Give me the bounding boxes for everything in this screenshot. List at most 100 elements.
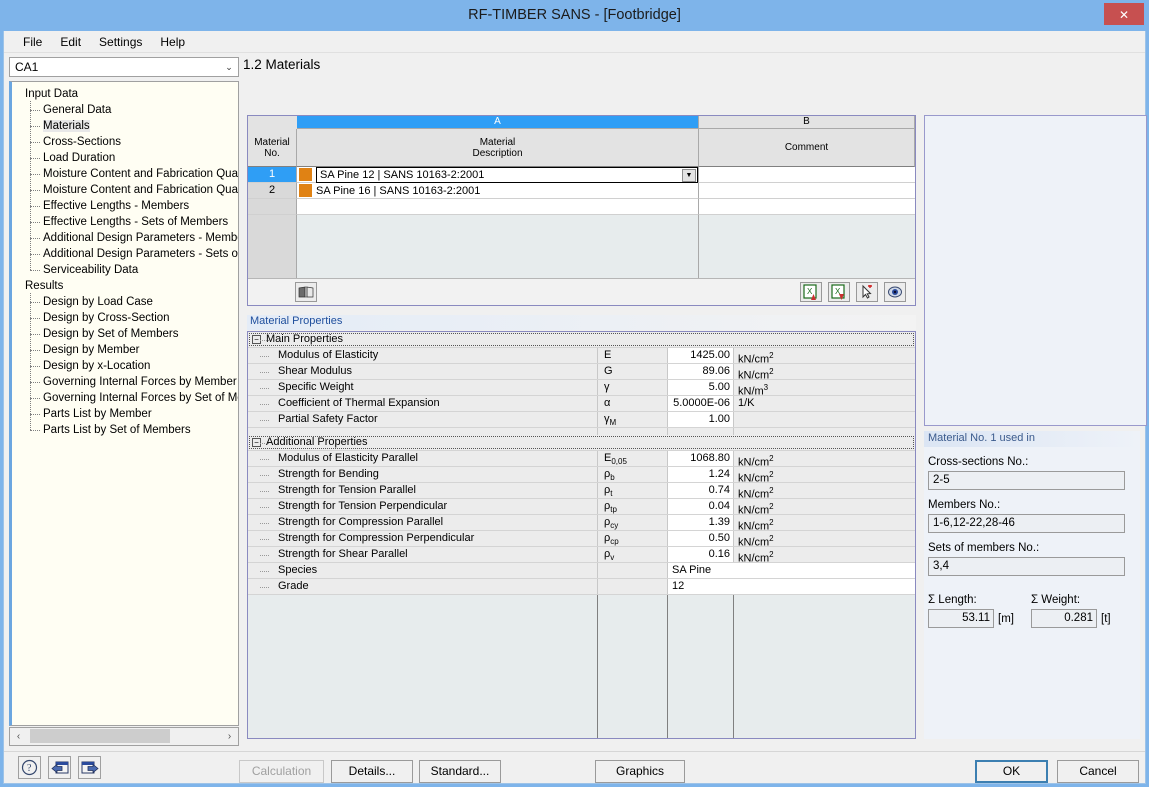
standard-button[interactable]: Standard... [419,760,501,783]
property-row[interactable]: Strength for Tension Parallel ρt 0.74 kN/cm… [248,483,915,501]
row-number[interactable]: 1 [248,167,297,183]
property-row[interactable]: Modulus of Elasticity Parallel E0,05 1068.… [248,451,915,469]
property-row[interactable]: Modulus of Elasticity E 1425.00 kN/cm2 [248,348,915,366]
chevron-down-icon: ⌄ [225,61,233,72]
property-row[interactable]: Strength for Shear Parallel ρv 0.16 kN/cm2 [248,547,915,565]
sidebar-item-design-by-cross-section[interactable]: Design by Cross-Section [12,309,238,326]
sidebar-item-moisture-content-and-fabrication-quality[interactable]: Moisture Content and Fabrication Quality [12,165,238,182]
design-case-combo[interactable]: CA1 ⌄ [9,57,239,77]
row-number[interactable]: 2 [248,183,297,199]
menu-file[interactable]: File [14,32,51,52]
property-value[interactable]: 0.16 [668,547,734,562]
property-row[interactable]: Strength for Tension Perpendicular ρtp 0.0… [248,499,915,517]
sidebar-item-serviceability-data[interactable]: Serviceability Data [12,261,238,278]
material-description-cell[interactable]: SA Pine 12 | SANS 10163-2:2001 ▼ [297,167,699,183]
sidebar-item-cross-sections[interactable]: Cross-Sections [12,133,238,150]
sidebar-item-parts-list-by-member[interactable]: Parts List by Member [12,405,238,422]
import-material-icon[interactable]: X [800,282,822,302]
property-group-header[interactable]: − Additional Properties [248,435,915,451]
next-window-icon[interactable] [78,756,101,779]
property-value[interactable]: 12 [668,579,915,594]
material-comment-cell[interactable] [699,183,915,199]
tree-group-input-data[interactable]: Input Data [12,86,238,102]
calculation-button[interactable]: Calculation [239,760,324,783]
sidebar-item-effective-lengths-members[interactable]: Effective Lengths - Members [12,197,238,214]
cell-empty[interactable] [297,199,699,215]
property-row[interactable]: Species SA Pine [248,563,915,579]
menu-edit[interactable]: Edit [51,32,90,52]
sidebar-item-effective-lengths-sets-of-members[interactable]: Effective Lengths - Sets of Members [12,213,238,230]
tree-group-label: Results [25,280,64,292]
property-value[interactable]: 1425.00 [668,348,734,363]
material-comment-cell[interactable] [699,167,915,183]
collapse-icon[interactable]: − [252,335,261,344]
sidebar-item-design-by-set-of-members[interactable]: Design by Set of Members [12,325,238,342]
navigation-tree[interactable]: Input Data General Data Materials Cross-Sec… [9,81,239,726]
property-row[interactable]: Strength for Bending ρb 1.24 kN/cm2 [248,467,915,485]
graphics-button[interactable]: Graphics [595,760,685,783]
sidebar-item-design-by-member[interactable]: Design by Member [12,341,238,358]
help-question-icon[interactable]: ? [18,756,41,779]
previous-window-icon[interactable] [48,756,71,779]
property-value[interactable]: 1.39 [668,515,734,530]
material-description-combo[interactable]: SA Pine 12 | SANS 10163-2:2001 ▼ [316,167,698,183]
chevron-down-icon[interactable]: ▼ [682,168,696,182]
sidebar-item-general-data[interactable]: General Data [12,101,238,118]
column-letter-a[interactable]: A [297,116,699,129]
property-row[interactable]: Specific Weight γ 5.00 kN/m3 [248,380,915,398]
ok-button[interactable]: OK [975,760,1048,783]
sidebar-item-governing-internal-forces-by-set-of-mem[interactable]: Governing Internal Forces by Set of Mem [12,389,238,406]
close-button[interactable]: ✕ [1104,3,1144,25]
property-row[interactable]: Shear Modulus G 89.06 kN/cm2 [248,364,915,382]
property-value[interactable]: 5.00 [668,380,734,395]
scroll-left-icon[interactable]: ‹ [10,728,27,745]
column-letter-b[interactable]: B [699,116,915,129]
export-material-icon[interactable]: X [828,282,850,302]
property-value[interactable]: 1.00 [668,412,734,427]
cancel-button[interactable]: Cancel [1057,760,1139,783]
property-row[interactable]: Strength for Compression Perpendicular ρc… [248,531,915,549]
property-value[interactable]: 5.0000E-06 [668,396,734,411]
property-value[interactable]: 1.24 [668,467,734,482]
tree-group-results[interactable]: Results [12,278,238,294]
scroll-thumb[interactable] [30,729,170,743]
menu-help[interactable]: Help [151,32,194,52]
property-row[interactable]: Coefficient of Thermal Expansion α 5.0000E… [248,396,915,412]
sidebar-item-materials[interactable]: Materials [12,117,238,134]
property-value[interactable]: 1068.80 [668,451,734,466]
sidebar-item-parts-list-by-set-of-members[interactable]: Parts List by Set of Members [12,421,238,438]
material-library-icon[interactable] [295,282,317,302]
property-value[interactable]: 0.74 [668,483,734,498]
details-button[interactable]: Details... [331,760,413,783]
table-row[interactable]: 2 SA Pine 16 | SANS 10163-2:2001 [248,183,915,199]
property-name: Strength for Compression Parallel [248,515,598,530]
property-value[interactable]: 0.04 [668,499,734,514]
window-title: RF-TIMBER SANS - [Footbridge] [468,7,681,23]
collapse-icon[interactable]: − [252,438,261,447]
sidebar-item-design-by-x-location[interactable]: Design by x-Location [12,357,238,374]
property-group-header[interactable]: − Main Properties [248,332,915,348]
property-value[interactable]: 0.50 [668,531,734,546]
table-row-empty[interactable] [248,199,915,215]
table-row[interactable]: 1 SA Pine 12 | SANS 10163-2:2001 ▼ [248,167,915,183]
scroll-right-icon[interactable]: › [221,728,238,745]
scroll-track[interactable] [27,728,221,745]
sidebar-item-moisture-content-and-fabrication-quality[interactable]: Moisture Content and Fabrication Quality [12,181,238,198]
pick-material-icon[interactable] [856,282,878,302]
navigator-horizontal-scrollbar[interactable]: ‹ › [9,727,239,746]
menu-settings[interactable]: Settings [90,32,151,52]
property-row[interactable]: Strength for Compression Parallel ρcy 1.39… [248,515,915,533]
sidebar-item-design-by-load-case[interactable]: Design by Load Case [12,293,238,310]
property-row[interactable]: Grade 12 [248,579,915,595]
sidebar-item-load-duration[interactable]: Load Duration [12,149,238,166]
sidebar-item-additional-design-parameters-members[interactable]: Additional Design Parameters - Members [12,229,238,246]
sidebar-item-additional-design-parameters-sets-of-me[interactable]: Additional Design Parameters - Sets of M… [12,245,238,262]
members-value: 1-6,12-22,28-46 [928,514,1125,533]
material-description-cell[interactable]: SA Pine 16 | SANS 10163-2:2001 [297,183,699,199]
view-material-icon[interactable] [884,282,906,302]
property-row[interactable]: Partial Safety Factor γM 1.00 [248,412,915,428]
property-value[interactable]: SA Pine [668,563,915,578]
property-value[interactable]: 89.06 [668,364,734,379]
sidebar-item-governing-internal-forces-by-member[interactable]: Governing Internal Forces by Member [12,373,238,390]
cell-empty[interactable] [699,199,915,215]
